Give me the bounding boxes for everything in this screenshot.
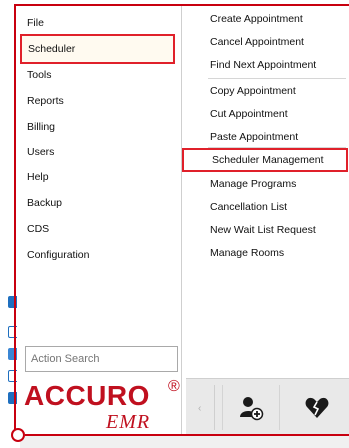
submenu-paste-appointment[interactable]: Paste Appointment — [210, 126, 298, 148]
panel-divider — [214, 385, 215, 430]
menu-bottom-border — [25, 434, 349, 436]
submenu-cancellation-list[interactable]: Cancellation List — [210, 196, 287, 218]
submenu-cut-appointment[interactable]: Cut Appointment — [210, 103, 288, 125]
menu-item-configuration[interactable]: Configuration — [27, 244, 89, 266]
logo-registered-mark: ® — [168, 378, 180, 395]
menu-anchor-circle[interactable] — [11, 428, 25, 442]
health-alert-button[interactable] — [288, 385, 346, 430]
broken-heart-icon — [305, 397, 329, 418]
menu-item-help[interactable]: Help — [27, 166, 49, 188]
submenu-manage-programs[interactable]: Manage Programs — [210, 173, 296, 195]
menu-item-cds[interactable]: CDS — [27, 218, 49, 240]
scroll-left-icon[interactable]: ‹ — [198, 403, 201, 414]
menu-item-file[interactable]: File — [27, 12, 44, 34]
action-search-input[interactable] — [25, 346, 178, 372]
menu-item-reports[interactable]: Reports — [27, 90, 64, 112]
submenu-separator — [208, 78, 346, 79]
logo-emr: EMR — [106, 411, 151, 433]
menu-item-tools[interactable]: Tools — [27, 64, 52, 86]
submenu-cancel-appointment[interactable]: Cancel Appointment — [210, 31, 304, 53]
menu-item-backup[interactable]: Backup — [27, 192, 62, 214]
add-user-icon — [240, 396, 264, 420]
scheduler-submenu: Create Appointment Cancel Appointment Fi… — [182, 6, 349, 435]
add-patient-button[interactable] — [222, 385, 280, 430]
accuro-logo: ACCURO ® EMR — [22, 378, 182, 435]
submenu-new-wait-list-request[interactable]: New Wait List Request — [210, 219, 316, 241]
submenu-find-next-appointment[interactable]: Find Next Appointment — [210, 54, 316, 76]
menu-item-users[interactable]: Users — [27, 141, 54, 163]
quick-action-panel: ‹ — [186, 378, 349, 435]
menu-item-billing[interactable]: Billing — [27, 116, 55, 138]
submenu-scheduler-management[interactable]: Scheduler Management — [182, 148, 348, 172]
submenu-copy-appointment[interactable]: Copy Appointment — [210, 80, 296, 102]
logo-wordmark: ACCURO — [24, 380, 150, 411]
menu-item-scheduler[interactable]: Scheduler — [20, 34, 175, 64]
submenu-create-appointment[interactable]: Create Appointment — [210, 8, 303, 30]
submenu-manage-rooms[interactable]: Manage Rooms — [210, 242, 284, 264]
